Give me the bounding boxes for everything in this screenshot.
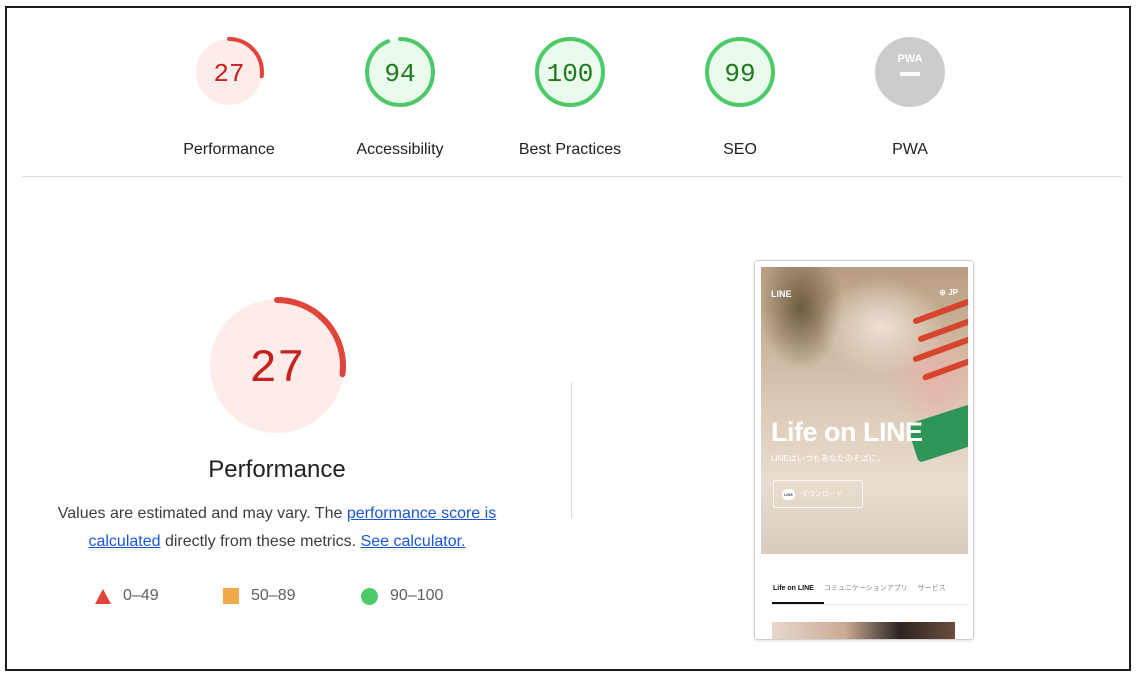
tab-life-on-line: Life on LINE — [773, 585, 814, 592]
gauge-best-practices[interactable]: 100 Best Practices — [515, 36, 625, 158]
performance-title: Performance — [208, 456, 346, 483]
legend-pass: 90–100 — [361, 585, 443, 607]
legend-average: 50–89 — [223, 585, 296, 607]
line-logo: LINE — [771, 289, 792, 299]
screenshot-tabs: Life on LINE コミュニケーションアプリ サービス — [773, 583, 956, 593]
desc-text: directly from these metrics. — [160, 533, 361, 550]
desc-text: Values are estimated and may vary. The — [57, 505, 347, 522]
gauge-label: Accessibility — [356, 141, 444, 158]
performance-description: Values are estimated and may vary. The p… — [37, 500, 517, 556]
gauge-performance[interactable]: 27 Performance — [174, 36, 284, 158]
language-selector: ⊕ JP — [939, 288, 958, 297]
hero-image: LINE ⊕ JP Life on LINE LINEはいつもあなたのそばに。 … — [761, 267, 968, 554]
legend-fail: 0–49 — [95, 585, 159, 607]
globe-icon: ⊕ — [939, 288, 949, 297]
download-button: LINE ダウンロード — [773, 480, 863, 508]
gauge-label: SEO — [723, 141, 757, 158]
gauge-label: Performance — [183, 141, 275, 158]
content-image — [772, 622, 955, 639]
gauge-seo[interactable]: 99 SEO — [685, 36, 795, 158]
legend-range: 0–49 — [123, 587, 159, 604]
download-label: ダウンロード — [801, 491, 843, 498]
gauge-ring: 27 — [194, 37, 264, 107]
gauge-accessibility[interactable]: 94 Accessibility — [345, 36, 455, 158]
gauge-score: 94 — [384, 59, 415, 89]
gauge-ring: 94 — [365, 37, 435, 107]
tab-services: サービス — [917, 585, 946, 592]
section-divider — [22, 176, 1122, 177]
see-calculator-link[interactable]: See calculator. — [361, 533, 466, 550]
circle-icon — [361, 587, 378, 605]
tab-rule — [772, 604, 967, 605]
page-screenshot-thumbnail[interactable]: LINE ⊕ JP Life on LINE LINEはいつもあなたのそばに。 … — [754, 260, 974, 640]
gauge-score: 27 — [213, 59, 244, 89]
line-badge-icon: LINE — [782, 488, 795, 500]
legend-range: 50–89 — [251, 587, 296, 604]
gauge-label: Best Practices — [518, 141, 622, 158]
pwa-badge-text: PWA — [897, 53, 922, 65]
hero-subline: LINEはいつもあなたのそばに。 — [771, 454, 885, 463]
square-icon — [223, 588, 239, 604]
performance-gauge-large: 27 — [208, 297, 346, 435]
pwa-icon: PWA — [875, 37, 945, 107]
vertical-divider — [571, 382, 572, 518]
gauge-score: 100 — [547, 59, 594, 89]
lang-label: JP — [948, 288, 958, 297]
performance-score-large: 27 — [249, 343, 304, 395]
gauge-label: PWA — [892, 141, 928, 158]
gauge-ring: 100 — [535, 37, 605, 107]
gauge-pwa[interactable]: PWA PWA — [855, 36, 965, 158]
tab-communication-app: コミュニケーションアプリ — [823, 585, 908, 592]
report-frame: 27 Performance 94 Accessibility 100 Best… — [5, 6, 1131, 671]
legend-range: 90–100 — [390, 587, 444, 604]
gauge-ring: 99 — [705, 37, 775, 107]
triangle-icon — [95, 588, 111, 604]
gauge-score: 99 — [724, 59, 755, 89]
hero-headline: Life on LINE — [771, 417, 923, 447]
